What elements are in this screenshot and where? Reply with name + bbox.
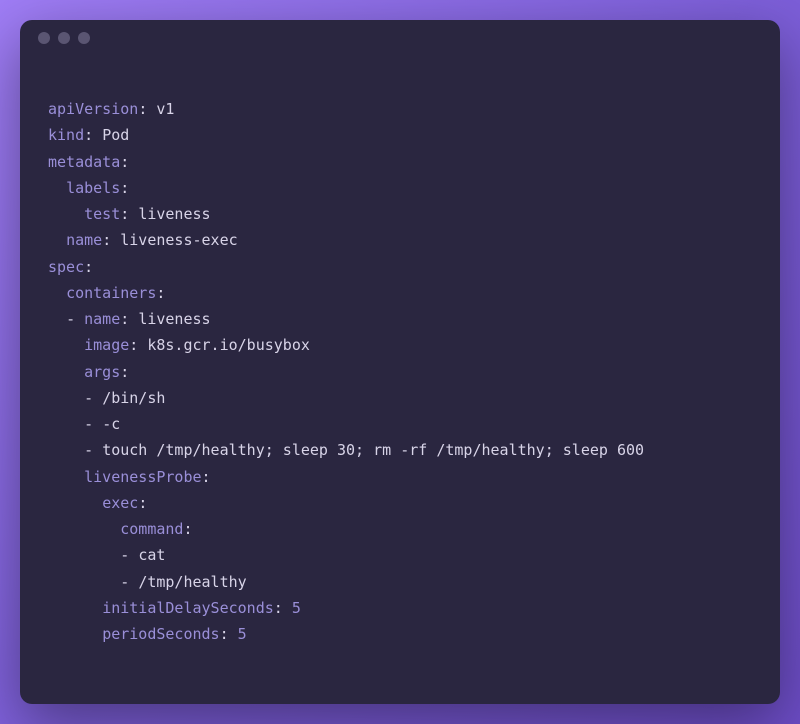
yaml-key: livenessProbe bbox=[84, 468, 201, 486]
yaml-value: 5 bbox=[292, 599, 301, 617]
yaml-value: 5 bbox=[238, 625, 247, 643]
yaml-key: apiVersion bbox=[48, 100, 138, 118]
yaml-key: spec bbox=[48, 258, 84, 276]
yaml-key: metadata bbox=[48, 153, 120, 171]
yaml-key: exec bbox=[102, 494, 138, 512]
yaml-value: liveness-exec bbox=[120, 231, 237, 249]
yaml-key: periodSeconds bbox=[102, 625, 219, 643]
minimize-dot-icon[interactable] bbox=[58, 32, 70, 44]
yaml-key: image bbox=[84, 336, 129, 354]
yaml-value: Pod bbox=[102, 126, 129, 144]
yaml-key: kind bbox=[48, 126, 84, 144]
yaml-value: -c bbox=[102, 415, 120, 433]
code-window: apiVersion: v1 kind: Pod metadata: label… bbox=[20, 20, 780, 704]
yaml-value: v1 bbox=[156, 100, 174, 118]
maximize-dot-icon[interactable] bbox=[78, 32, 90, 44]
code-content: apiVersion: v1 kind: Pod metadata: label… bbox=[20, 56, 780, 704]
window-titlebar bbox=[20, 20, 780, 56]
yaml-key: name bbox=[66, 231, 102, 249]
yaml-key: initialDelaySeconds bbox=[102, 599, 274, 617]
yaml-value: liveness bbox=[138, 205, 210, 223]
yaml-key: labels bbox=[66, 179, 120, 197]
yaml-value: cat bbox=[138, 546, 165, 564]
yaml-value: touch /tmp/healthy; sleep 30; rm -rf /tm… bbox=[102, 441, 644, 459]
yaml-value: k8s.gcr.io/busybox bbox=[147, 336, 310, 354]
yaml-key: args bbox=[84, 363, 120, 381]
yaml-code: apiVersion: v1 kind: Pod metadata: label… bbox=[48, 96, 752, 647]
yaml-key: name bbox=[84, 310, 120, 328]
yaml-key: containers bbox=[66, 284, 156, 302]
yaml-key: test bbox=[84, 205, 120, 223]
yaml-value: liveness bbox=[138, 310, 210, 328]
yaml-key: command bbox=[120, 520, 183, 538]
yaml-value: /tmp/healthy bbox=[138, 573, 246, 591]
close-dot-icon[interactable] bbox=[38, 32, 50, 44]
yaml-value: /bin/sh bbox=[102, 389, 165, 407]
